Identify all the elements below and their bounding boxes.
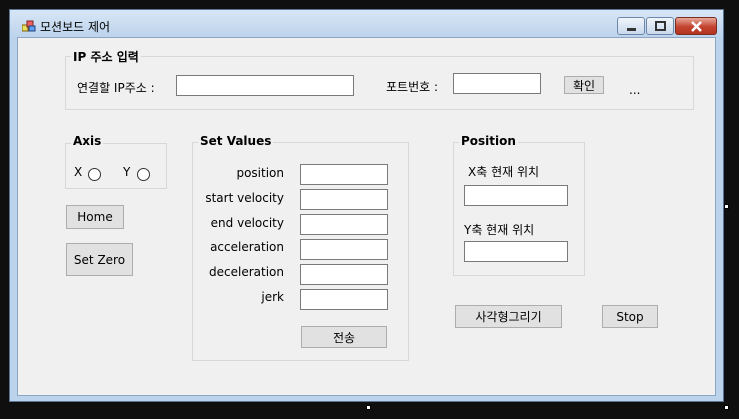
draw-rectangle-button[interactable]: 사각형그리기 [455, 305, 562, 328]
acceleration-input[interactable] [300, 239, 388, 260]
axis-group-title: Axis [71, 134, 104, 148]
axis-x-radio[interactable] [88, 168, 101, 181]
position-field-label: position [236, 166, 284, 180]
port-input[interactable] [453, 73, 541, 94]
app-window: 모션보드 제어 IP 주소 입력 연결할 IP주소 : 포트번호 : 확인 ..… [9, 9, 724, 402]
deceleration-input[interactable] [300, 264, 388, 285]
minimize-icon [627, 28, 636, 31]
maximize-button[interactable] [646, 17, 674, 35]
x-position-output[interactable] [464, 185, 568, 206]
ip-label: 연결할 IP주소 : [77, 81, 155, 95]
x-position-label: X축 현재 위치 [468, 165, 540, 179]
window-title: 모션보드 제어 [40, 20, 111, 34]
position-group-title: Position [459, 134, 518, 148]
set-values-title: Set Values [198, 134, 274, 148]
send-button[interactable]: 전송 [301, 326, 387, 348]
end-velocity-input[interactable] [300, 214, 388, 235]
acceleration-label: acceleration [210, 240, 284, 254]
ip-group-title: IP 주소 입력 [71, 48, 141, 65]
minimize-button[interactable] [617, 17, 645, 35]
stop-button[interactable]: Stop [602, 305, 658, 328]
jerk-input[interactable] [300, 289, 388, 310]
title-bar: 모션보드 제어 [10, 10, 723, 38]
position-input[interactable] [300, 164, 388, 185]
y-position-output[interactable] [464, 241, 568, 262]
ellipsis-label: ... [629, 83, 641, 97]
axis-y-radio[interactable] [137, 168, 150, 181]
resize-handle-corner[interactable] [724, 405, 729, 410]
home-button[interactable]: Home [66, 205, 124, 229]
ip-address-input[interactable] [176, 75, 354, 96]
deceleration-label: deceleration [209, 265, 284, 279]
y-position-label: Y축 현재 위치 [464, 223, 535, 237]
set-zero-button[interactable]: Set Zero [66, 243, 133, 276]
end-velocity-label: end velocity [210, 216, 284, 230]
port-label: 포트번호 : [386, 80, 439, 94]
axis-x-label: X [74, 165, 83, 179]
close-button[interactable] [675, 17, 717, 35]
start-velocity-label: start velocity [205, 191, 284, 205]
jerk-label: jerk [261, 290, 284, 304]
resize-handle-right[interactable] [724, 204, 729, 209]
form-client-area: IP 주소 입력 연결할 IP주소 : 포트번호 : 확인 ... Axis X… [17, 37, 716, 396]
axis-y-label: Y [123, 165, 131, 179]
resize-handle-bottom[interactable] [366, 405, 371, 410]
app-icon [21, 20, 36, 32]
start-velocity-input[interactable] [300, 189, 388, 210]
close-icon [691, 21, 702, 32]
confirm-button[interactable]: 확인 [564, 76, 604, 94]
maximize-icon [655, 21, 666, 31]
